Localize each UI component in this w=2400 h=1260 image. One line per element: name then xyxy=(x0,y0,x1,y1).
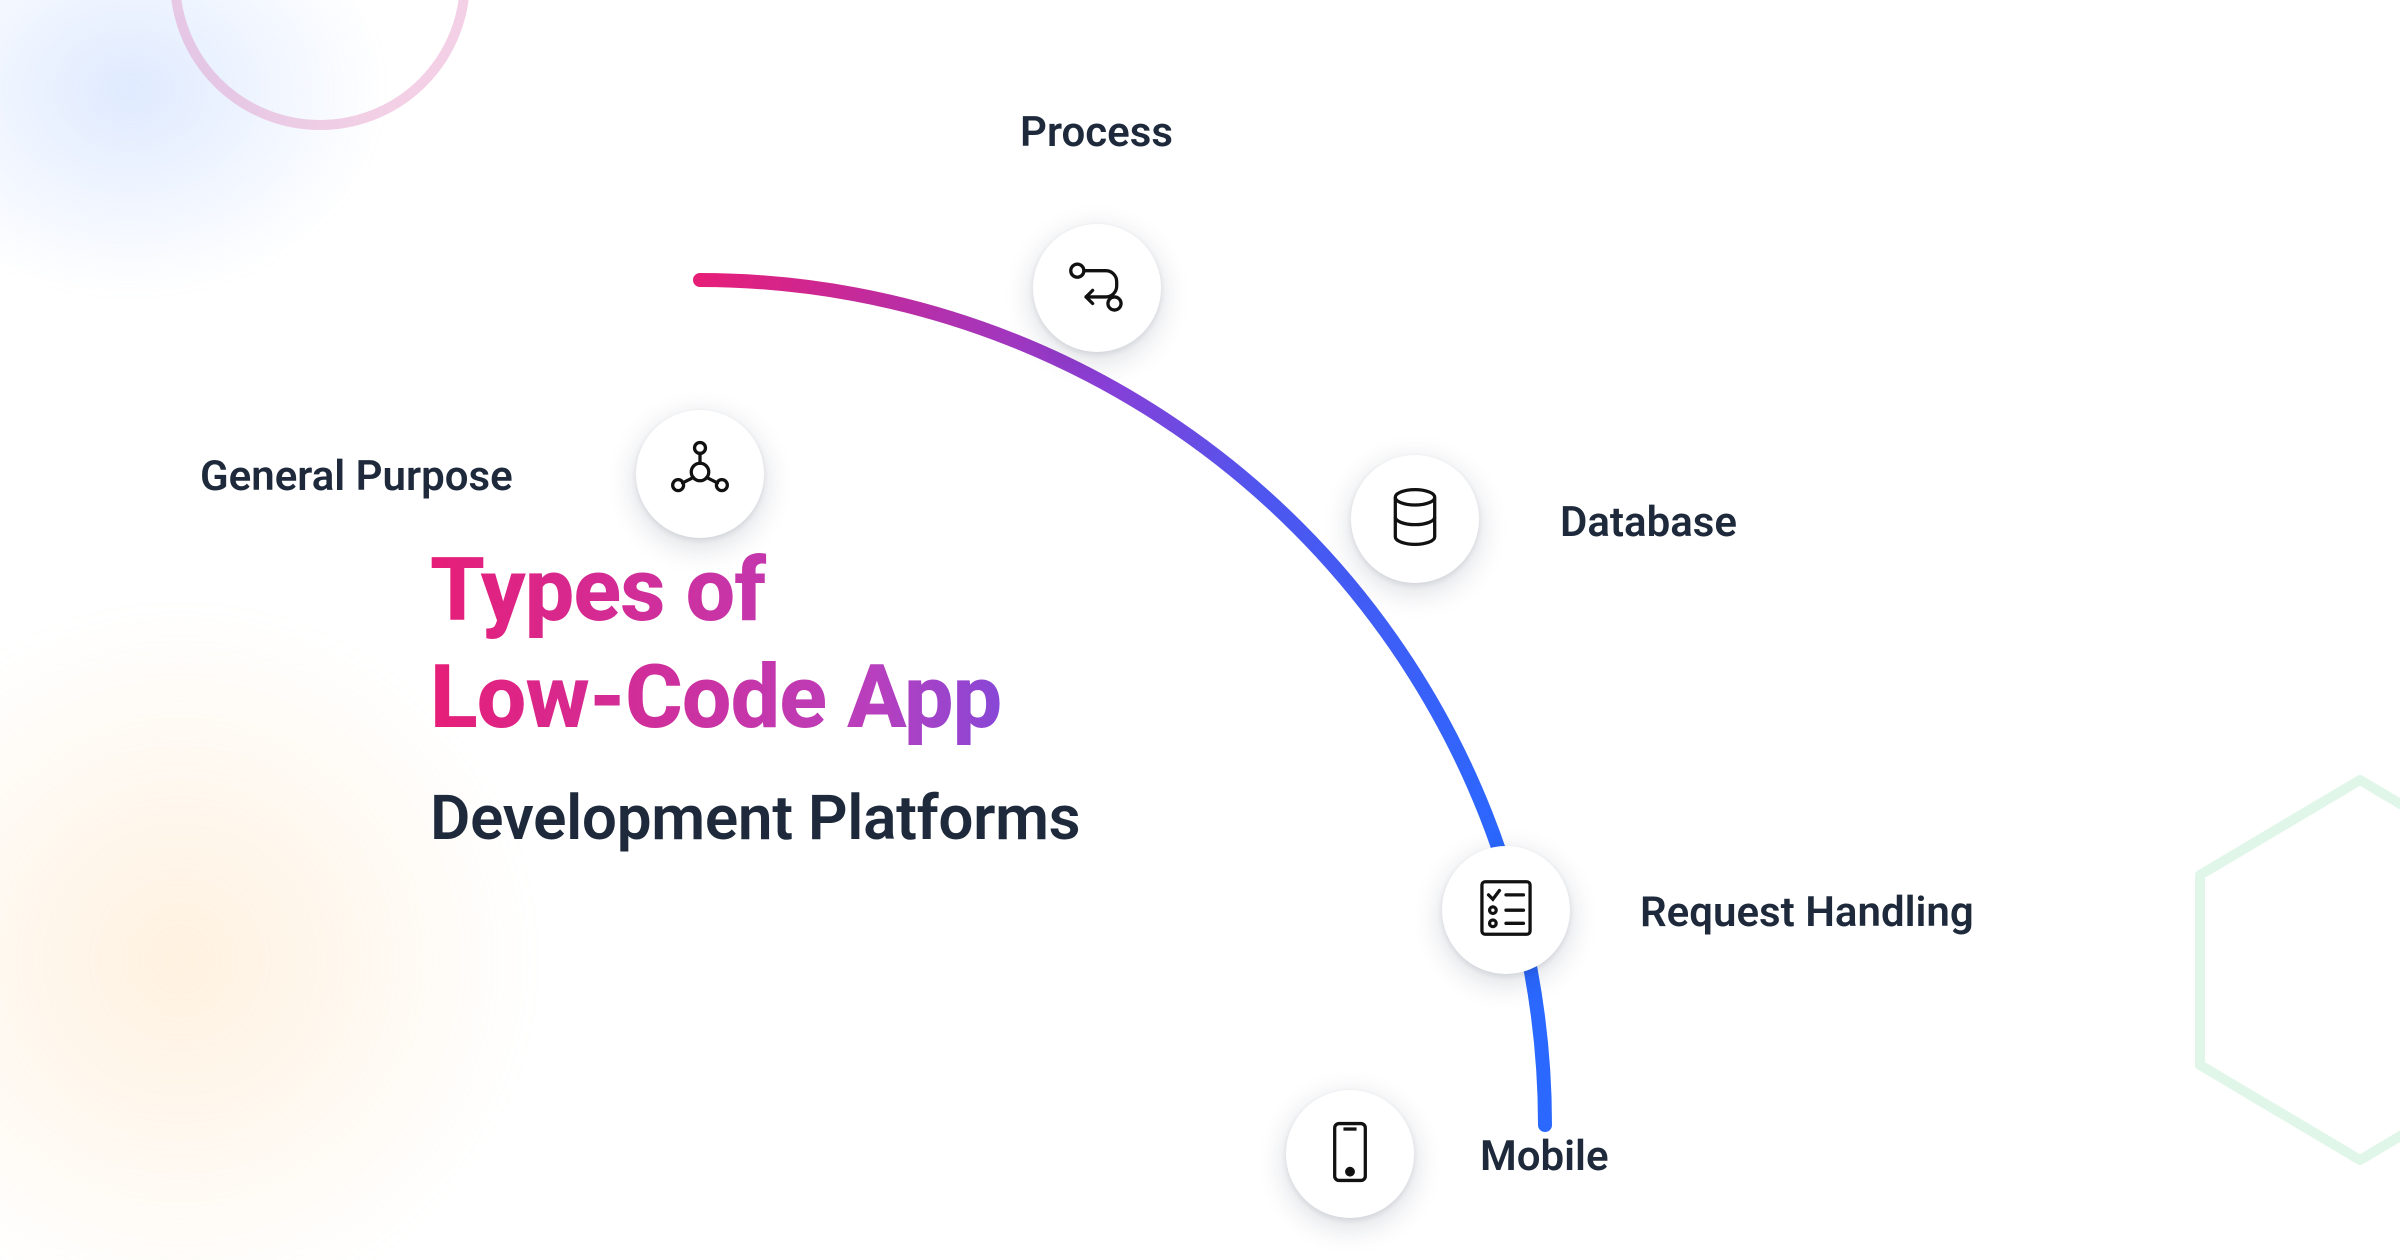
diagram-canvas: General Purpose Process Database xyxy=(0,0,2400,1260)
node-general-purpose xyxy=(636,410,764,538)
label-process: Process xyxy=(1020,108,1173,157)
node-mobile xyxy=(1286,1090,1414,1218)
diagram-title: Types of Low-Code App Development Platfo… xyxy=(430,540,1410,855)
node-request-handling xyxy=(1442,846,1570,974)
title-subtitle: Development Platforms xyxy=(430,782,1410,855)
checklist-icon xyxy=(1471,873,1541,947)
decorative-hexagon xyxy=(2170,760,2400,1180)
title-line-2: Low-Code App xyxy=(430,647,1410,748)
mobile-icon xyxy=(1315,1117,1385,1191)
process-flow-icon xyxy=(1062,251,1132,325)
label-database: Database xyxy=(1560,498,1737,547)
title-line-1: Types of xyxy=(430,540,1410,641)
node-process xyxy=(1033,224,1161,352)
label-mobile: Mobile xyxy=(1480,1132,1609,1181)
label-request-handling: Request Handling xyxy=(1640,888,1974,937)
label-general-purpose: General Purpose xyxy=(200,452,513,501)
network-icon xyxy=(665,437,735,511)
